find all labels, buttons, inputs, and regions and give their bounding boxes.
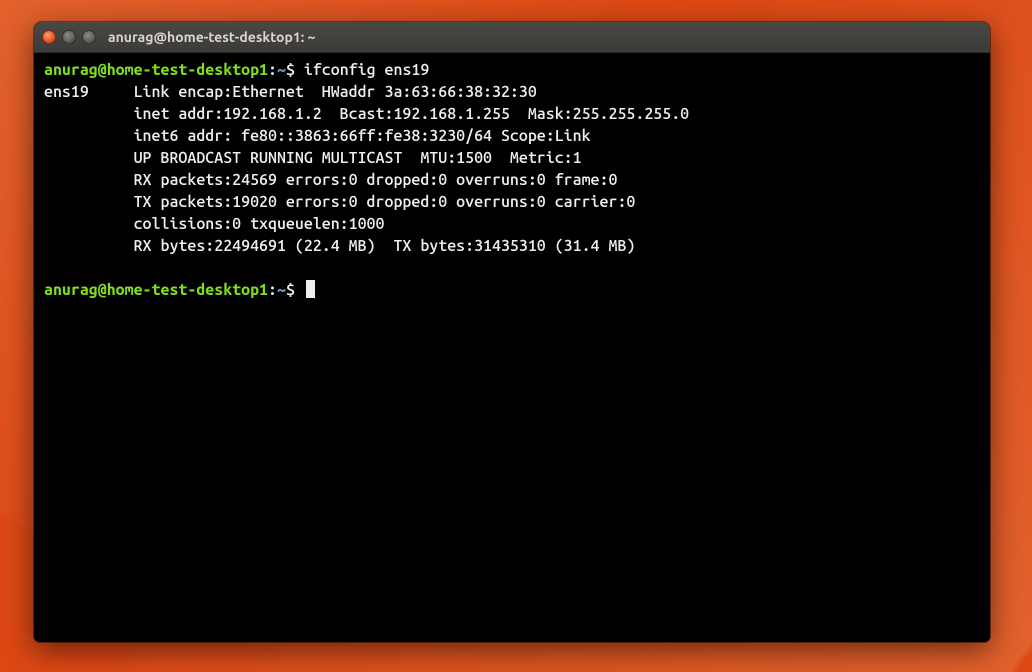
prompt-path-2: ~ bbox=[277, 281, 286, 299]
close-icon[interactable] bbox=[42, 30, 56, 44]
prompt-path: ~ bbox=[277, 61, 286, 79]
output-line-0: ens19 Link encap:Ethernet HWaddr 3a:63:6… bbox=[44, 83, 555, 101]
window-titlebar[interactable]: anurag@home-test-desktop1: ~ bbox=[34, 22, 990, 53]
prompt-dollar: $ bbox=[286, 61, 295, 79]
output-line-3: UP BROADCAST RUNNING MULTICAST MTU:1500 … bbox=[44, 149, 582, 167]
vertical-scrollbar[interactable] bbox=[978, 54, 988, 638]
prompt-separator: : bbox=[268, 61, 277, 79]
output-line-7: RX bytes:22494691 (22.4 MB) TX bytes:314… bbox=[44, 237, 635, 255]
text-cursor bbox=[306, 280, 315, 298]
prompt-separator-2: : bbox=[268, 281, 277, 299]
output-line-6: collisions:0 txqueuelen:1000 bbox=[44, 215, 393, 233]
output-line-4: RX packets:24569 errors:0 dropped:0 over… bbox=[44, 171, 617, 189]
prompt-user-host: anurag@home-test-desktop1 bbox=[44, 61, 268, 79]
prompt-user-host-2: anurag@home-test-desktop1 bbox=[44, 281, 268, 299]
prompt-dollar-2: $ bbox=[286, 281, 295, 299]
output-line-5: TX packets:19020 errors:0 dropped:0 over… bbox=[44, 193, 635, 211]
maximize-icon[interactable] bbox=[82, 30, 96, 44]
window-title: anurag@home-test-desktop1: ~ bbox=[108, 29, 315, 45]
terminal-window: anurag@home-test-desktop1: ~ anurag@home… bbox=[34, 22, 990, 642]
output-line-1: inet addr:192.168.1.2 Bcast:192.168.1.25… bbox=[44, 105, 689, 123]
output-line-2: inet6 addr: fe80::3863:66ff:fe38:3230/64… bbox=[44, 127, 591, 145]
terminal-output-area[interactable]: anurag@home-test-desktop1:~$ ifconfig en… bbox=[34, 53, 990, 642]
command-line-1: ifconfig ens19 bbox=[304, 61, 429, 79]
minimize-icon[interactable] bbox=[62, 30, 76, 44]
